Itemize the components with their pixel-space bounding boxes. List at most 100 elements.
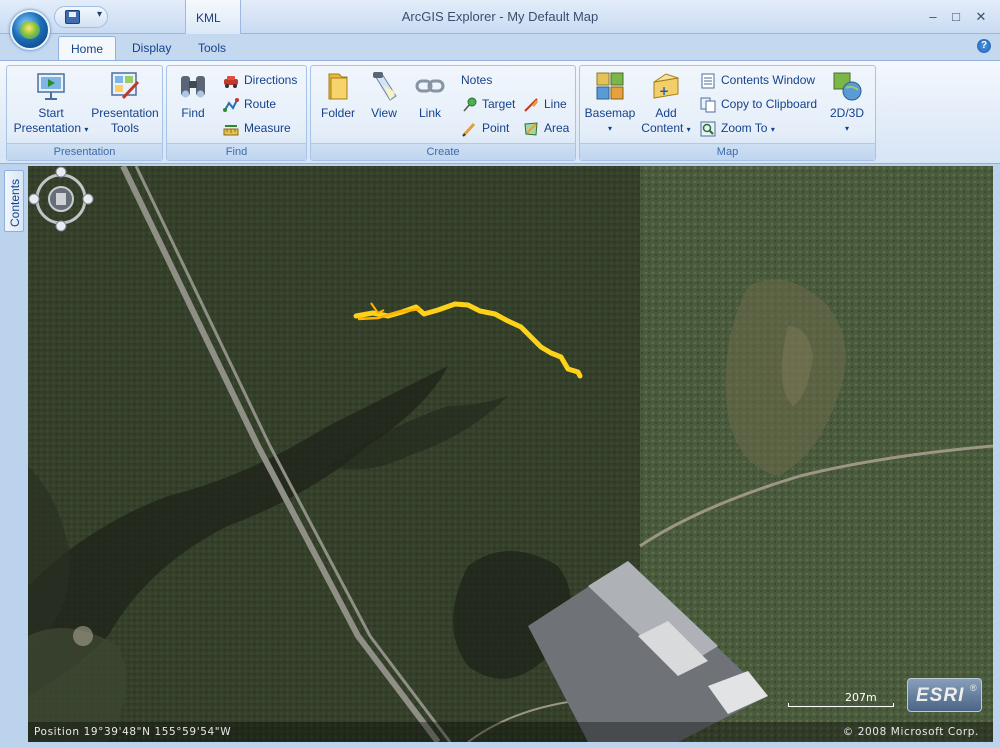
tab-tools[interactable]: Tools	[186, 36, 238, 60]
zoom-to-icon	[700, 121, 716, 137]
directions-button[interactable]: Directions	[223, 70, 297, 90]
add-content-label-2: Content	[641, 121, 684, 135]
minimize-button[interactable]: –	[923, 8, 943, 26]
basemap-grid-icon	[596, 72, 624, 100]
presentation-screen-icon	[37, 73, 65, 100]
tab-display[interactable]: Display	[120, 36, 183, 60]
imagery-copyright: © 2008 Microsoft Corp.	[842, 726, 979, 738]
target-button[interactable]: Target	[461, 94, 515, 114]
help-icon[interactable]: ?	[977, 39, 991, 53]
point-label: Point	[482, 121, 510, 135]
presentation-tools-button[interactable]: Presentation Tools	[87, 70, 163, 136]
chevron-down-icon: ▾	[770, 125, 775, 134]
add-content-button[interactable]: + Add Content ▾	[638, 70, 694, 137]
start-presentation-label-1: Start	[38, 106, 64, 120]
zoom-to-label: Zoom To	[721, 121, 768, 135]
presentation-tools-label-1: Presentation	[91, 106, 159, 120]
contents-window-icon	[701, 73, 715, 89]
pushpin-icon	[463, 97, 477, 112]
contents-tab-label: Contents	[8, 178, 22, 227]
route-label: Route	[244, 97, 277, 111]
notes-label: Notes	[461, 73, 493, 87]
find-group-label: Find	[167, 143, 306, 160]
copy-icon	[700, 97, 716, 113]
navigation-control[interactable]	[28, 166, 94, 232]
window-title: ArcGIS Explorer - My Default Map	[401, 9, 599, 24]
2d-3d-globe-icon	[833, 72, 862, 101]
route-button[interactable]: Route	[223, 94, 276, 114]
svg-text:+: +	[659, 84, 669, 98]
contents-side-tab[interactable]: Contents	[4, 170, 24, 232]
area-label: Area	[544, 121, 570, 135]
presentation-tools-icon	[111, 72, 140, 100]
arcgis-globe-icon	[20, 21, 40, 39]
measure-label: Measure	[244, 121, 291, 135]
folder-button[interactable]: Folder	[315, 70, 361, 121]
copy-to-clipboard-button[interactable]: Copy to Clipboard	[700, 94, 817, 114]
area-button[interactable]: Area	[523, 118, 569, 138]
directions-label: Directions	[244, 73, 298, 87]
ruler-icon	[223, 124, 239, 136]
contents-window-label: Contents Window	[721, 73, 816, 87]
basemap-label: Basemap	[584, 106, 636, 120]
map-status-bar: Position 19°39'48"N 155°59'54"W © 2008 M…	[28, 722, 993, 742]
create-group: Folder View Link Notes Target Point Line…	[310, 65, 576, 161]
esri-logo-text: ESRI	[916, 685, 965, 706]
ribbon-tab-row: Home Display Tools	[0, 34, 1000, 60]
zoom-to-button[interactable]: Zoom To ▾	[700, 118, 775, 138]
presentation-tools-label-2: Tools	[110, 121, 139, 135]
camera-view-icon	[373, 72, 397, 101]
link-button[interactable]: Link	[407, 70, 453, 121]
binoculars-icon	[181, 76, 205, 98]
chevron-down-icon: ▾	[686, 125, 691, 134]
satellite-imagery	[28, 166, 993, 742]
presentation-group: Start Presentation ▾ Presentation Tools …	[6, 65, 163, 161]
measure-button[interactable]: Measure	[223, 118, 291, 138]
copy-to-clipboard-label: Copy to Clipboard	[721, 97, 818, 111]
chevron-down-icon: ▾	[607, 124, 612, 133]
scale-bar: 207m	[788, 691, 898, 711]
route-icon	[223, 97, 239, 112]
folder-icon	[328, 73, 348, 100]
chevron-down-icon: ▾	[844, 124, 849, 133]
view-label: View	[371, 106, 397, 120]
point-button[interactable]: Point	[461, 118, 509, 138]
start-presentation-label-2: Presentation	[13, 121, 82, 135]
cursor-position-readout: Position 19°39'48"N 155°59'54"W	[34, 726, 232, 738]
folder-label: Folder	[320, 106, 355, 120]
line-label: Line	[544, 97, 567, 111]
line-button[interactable]: Line	[523, 94, 567, 114]
find-label: Find	[181, 106, 205, 120]
pencil-icon	[462, 122, 476, 137]
map-group-label: Map	[580, 143, 875, 160]
car-icon	[224, 75, 238, 88]
find-group: Find Directions Route Measure Find	[166, 65, 307, 161]
add-content-label-1: Add	[655, 106, 677, 120]
presentation-group-label: Presentation	[7, 143, 162, 160]
tab-home[interactable]: Home	[58, 36, 117, 60]
map-group: Basemap ▾ + Add Content ▾ Contents Windo…	[579, 65, 876, 161]
basemap-button[interactable]: Basemap ▾	[582, 70, 638, 136]
notes-button[interactable]: Notes	[461, 70, 492, 90]
target-label: Target	[482, 97, 516, 111]
find-button[interactable]: Find	[171, 70, 215, 121]
add-content-icon: +	[653, 73, 679, 99]
title-bar: ▾ KML ArcGIS Explorer - My Default Map –…	[0, 0, 1000, 34]
2d-3d-label: 2D/3D	[829, 106, 864, 120]
create-group-label: Create	[311, 143, 575, 160]
application-menu-button[interactable]	[10, 10, 50, 50]
area-icon	[524, 122, 538, 136]
registered-mark: ®	[970, 683, 977, 693]
view-button[interactable]: View	[361, 70, 407, 121]
map-view[interactable]: 207m ESRI ®	[28, 166, 993, 742]
start-presentation-button[interactable]: Start Presentation ▾	[11, 70, 91, 137]
chain-link-icon	[415, 79, 445, 93]
ribbon: Start Presentation ▾ Presentation Tools …	[0, 60, 1000, 164]
close-button[interactable]: ✕	[971, 8, 991, 26]
contents-window-button[interactable]: Contents Window	[700, 70, 815, 90]
line-icon	[524, 98, 539, 112]
esri-logo: ESRI ®	[907, 678, 982, 712]
maximize-button[interactable]: □	[946, 8, 966, 26]
2d-3d-toggle-button[interactable]: 2D/3D ▾	[822, 70, 872, 136]
link-label: Link	[418, 106, 441, 120]
